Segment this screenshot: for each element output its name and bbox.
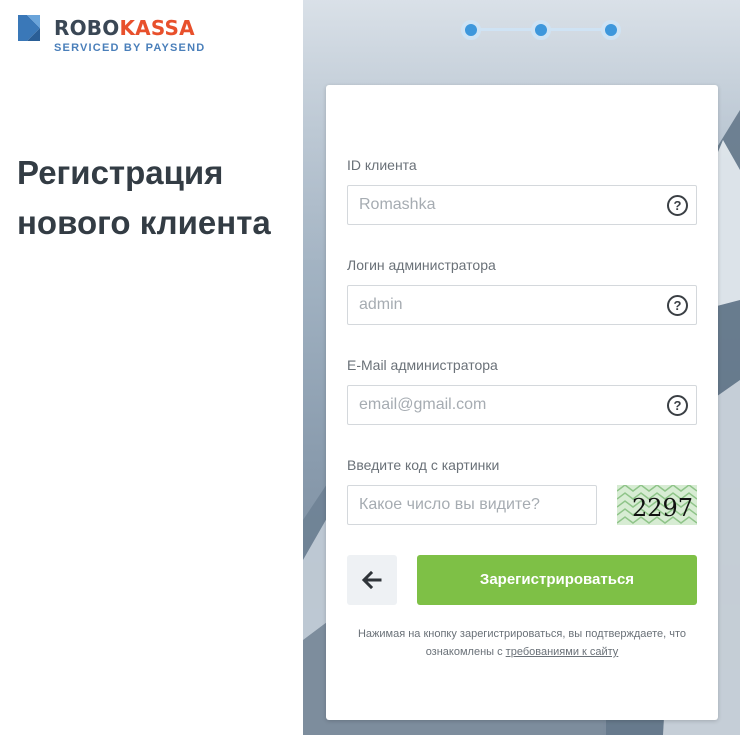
back-button[interactable] [347, 555, 397, 605]
admin-login-field: ? [347, 285, 697, 325]
logo-robo: ROBO [54, 16, 120, 40]
logo-wordmark: ROBOKASSA [54, 14, 195, 42]
client-id-label: ID клиента [347, 157, 417, 173]
admin-email-help-icon[interactable]: ? [667, 395, 688, 416]
admin-login-help-icon[interactable]: ? [667, 295, 688, 316]
step-3-dot [601, 20, 621, 40]
captcha-input[interactable] [348, 486, 596, 524]
logo-mark-icon [18, 15, 40, 41]
left-panel: ROBOKASSA SERVICED BY PAYSEND Регистраци… [0, 0, 303, 735]
terms-notice: Нажимая на кнопку зарегистрироваться, вы… [341, 625, 703, 661]
logo-tagline: SERVICED BY PAYSEND [54, 42, 206, 54]
admin-email-field: ? [347, 385, 697, 425]
step-2-dot [531, 20, 551, 40]
admin-login-label: Логин администратора [347, 257, 496, 273]
client-id-field: ? [347, 185, 697, 225]
admin-email-input[interactable] [348, 386, 696, 424]
page-title: Регистрация нового клиента [17, 154, 271, 241]
captcha-label: Введите код с картинки [347, 457, 500, 473]
captcha-picture: 2297 [617, 485, 697, 525]
robokassa-logo[interactable]: ROBOKASSA SERVICED BY PAYSEND [18, 14, 218, 58]
terms-link[interactable]: требованиями к сайту [506, 646, 619, 658]
register-button[interactable]: Зарегистрироваться [417, 555, 697, 605]
captcha-image[interactable]: 2297 [617, 485, 697, 525]
step-1-dot [461, 20, 481, 40]
arrow-left-icon [361, 570, 382, 590]
client-id-help-icon[interactable]: ? [667, 195, 688, 216]
admin-login-input[interactable] [348, 286, 696, 324]
registration-form-card: ID клиента ? Логин администратора ? E-Ma… [326, 85, 718, 720]
admin-email-label: E-Mail администратора [347, 357, 498, 373]
logo-kassa: KASSA [119, 16, 195, 40]
captcha-field [347, 485, 597, 525]
registration-stepper [458, 15, 628, 45]
captcha-code: 2297 [632, 494, 693, 522]
client-id-input[interactable] [348, 186, 696, 224]
